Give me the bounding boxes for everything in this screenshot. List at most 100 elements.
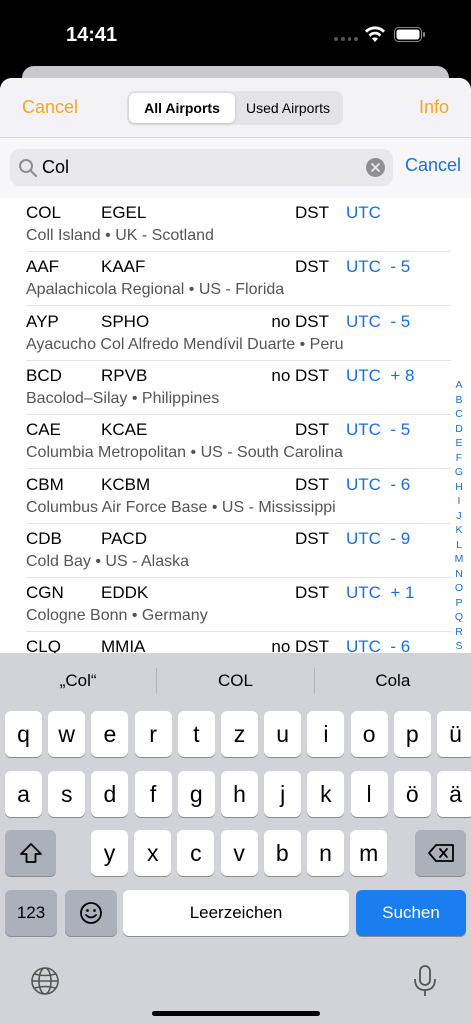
info-button[interactable]: Info <box>419 97 449 118</box>
key-i[interactable]: i <box>307 711 345 757</box>
key-g[interactable]: g <box>177 771 215 817</box>
key-ä[interactable]: ä <box>437 771 471 817</box>
section-index-letter[interactable]: K <box>455 523 462 538</box>
camera-indicator <box>334 37 358 43</box>
clear-search-button[interactable] <box>366 158 385 177</box>
search-cancel-button[interactable]: Cancel <box>405 155 461 176</box>
key-m[interactable]: m <box>350 830 388 876</box>
airport-row[interactable]: COL EGEL DST UTC Coll Island • UK - Scotland <box>26 198 451 252</box>
airport-icao-code: KCBM <box>101 474 151 494</box>
key-u[interactable]: u <box>264 711 302 757</box>
section-index-letter[interactable]: N <box>455 567 463 582</box>
section-index-letter[interactable]: I <box>458 494 461 509</box>
key-t[interactable]: t <box>177 711 215 757</box>
suggestion-item[interactable]: Cola <box>315 671 471 691</box>
airport-iata-code: CGN <box>26 583 64 603</box>
key-e[interactable]: e <box>91 711 129 757</box>
section-index-letter[interactable]: P <box>455 596 462 611</box>
navigation-bar: Cancel All Airports Used Airports Info <box>0 78 471 138</box>
key-r[interactable]: r <box>134 711 172 757</box>
section-index-letter[interactable]: G <box>455 465 463 480</box>
key-o[interactable]: o <box>350 711 388 757</box>
section-index-letter[interactable]: O <box>455 581 463 596</box>
airport-row[interactable]: CDB PACD DST UTC - 9 Cold Bay • US - Alaska <box>26 524 451 578</box>
numbers-key[interactable]: 123 <box>5 890 57 936</box>
suggestion-item[interactable]: „Col“ <box>0 671 156 691</box>
search-icon <box>19 159 38 178</box>
section-index-letter[interactable]: L <box>456 538 462 553</box>
search-field[interactable] <box>10 149 393 186</box>
section-index-letter[interactable]: Q <box>455 610 463 625</box>
section-index-letter[interactable]: H <box>455 480 463 495</box>
key-c[interactable]: c <box>177 830 215 876</box>
key-k[interactable]: k <box>307 771 345 817</box>
airport-utc-offset: UTC - 5 <box>346 311 411 331</box>
airport-iata-code: CBM <box>26 474 64 494</box>
key-n[interactable]: n <box>307 830 344 876</box>
key-v[interactable]: v <box>220 830 258 876</box>
key-b[interactable]: b <box>263 830 301 876</box>
key-p[interactable]: p <box>393 711 431 757</box>
section-index-letter[interactable]: D <box>455 422 463 437</box>
airport-row[interactable]: CBM KCBM DST UTC - 6 Columbus Air Force Base… <box>26 470 451 524</box>
segment-used-airports[interactable]: Used Airports <box>235 93 341 123</box>
close-icon <box>371 163 380 172</box>
airport-row[interactable]: BCD RPVB no DST UTC + 8 Bacolod–Silay • Phil… <box>26 361 451 415</box>
airport-description: Columbus Air Force Base • US - Mississip… <box>26 498 336 516</box>
status-bar: 14:41 <box>0 0 471 70</box>
shift-key[interactable] <box>5 830 56 876</box>
key-ö[interactable]: ö <box>393 771 431 817</box>
airport-description: Columbia Metropolitan • US - South Carol… <box>26 444 343 462</box>
airport-row[interactable]: CAE KCAE DST UTC - 5 Columbia Metropolitan •… <box>26 415 451 470</box>
section-index-letter[interactable]: A <box>455 378 462 393</box>
section-index-letter[interactable]: R <box>455 625 463 640</box>
section-index[interactable]: ABCDEFGHIJKLMNOPQRS <box>451 378 467 654</box>
search-submit-key[interactable]: Suchen <box>356 890 466 936</box>
airport-row[interactable]: AYP SPHO no DST UTC - 5 Ayacucho Col Alfredo… <box>26 307 451 361</box>
microphone-icon[interactable] <box>412 964 438 998</box>
search-input[interactable] <box>42 154 342 181</box>
key-ü[interactable]: ü <box>437 711 471 757</box>
section-index-letter[interactable]: S <box>455 639 462 654</box>
airport-row[interactable]: AAF KAAF DST UTC - 5 Apalachicola Regional •… <box>26 252 451 307</box>
segment-all-airports[interactable]: All Airports <box>129 93 235 123</box>
airport-dst-status: no DST <box>271 365 329 385</box>
airport-filter-segmented-control: All Airports Used Airports <box>127 91 343 125</box>
airport-icao-code: SPHO <box>101 311 150 331</box>
key-l[interactable]: l <box>350 771 388 817</box>
cancel-button[interactable]: Cancel <box>22 97 78 118</box>
section-index-letter[interactable]: J <box>456 509 461 524</box>
airport-icao-code: KCAE <box>101 420 148 440</box>
section-index-letter[interactable]: C <box>455 407 463 422</box>
key-s[interactable]: s <box>48 771 86 817</box>
airport-row[interactable]: CGN EDDK DST UTC + 1 Cologne Bonn • Germany <box>26 578 451 633</box>
section-index-letter[interactable]: F <box>456 451 462 466</box>
suggestion-item[interactable]: COL <box>157 671 313 691</box>
airport-utc-offset: UTC - 9 <box>346 528 411 548</box>
key-a[interactable]: a <box>5 771 42 817</box>
delete-key[interactable] <box>415 830 466 876</box>
emoji-key[interactable] <box>65 890 117 936</box>
section-index-letter[interactable]: B <box>455 393 462 408</box>
key-q[interactable]: q <box>5 711 42 757</box>
globe-icon[interactable] <box>30 966 60 996</box>
wifi-icon <box>365 26 385 42</box>
space-key[interactable]: Leerzeichen <box>123 890 349 936</box>
airport-iata-code: CDB <box>26 528 62 548</box>
key-h[interactable]: h <box>221 771 258 817</box>
key-z[interactable]: z <box>221 711 258 757</box>
airport-dst-status: DST <box>295 474 329 494</box>
key-f[interactable]: f <box>134 771 172 817</box>
suggestion-bar: „Col“ COL Cola <box>0 653 471 709</box>
airport-row[interactable]: CLQ MMIA no DST UTC - 6 <box>26 632 451 653</box>
key-x[interactable]: x <box>134 830 172 876</box>
key-d[interactable]: d <box>91 771 129 817</box>
section-index-letter[interactable]: M <box>455 552 464 567</box>
key-j[interactable]: j <box>264 771 302 817</box>
key-y[interactable]: y <box>91 830 128 876</box>
section-index-letter[interactable]: E <box>455 436 462 451</box>
key-w[interactable]: w <box>48 711 86 757</box>
airport-description: Cold Bay • US - Alaska <box>26 552 189 570</box>
airport-icao-code: RPVB <box>101 365 148 385</box>
airport-iata-code: COL <box>26 203 61 222</box>
